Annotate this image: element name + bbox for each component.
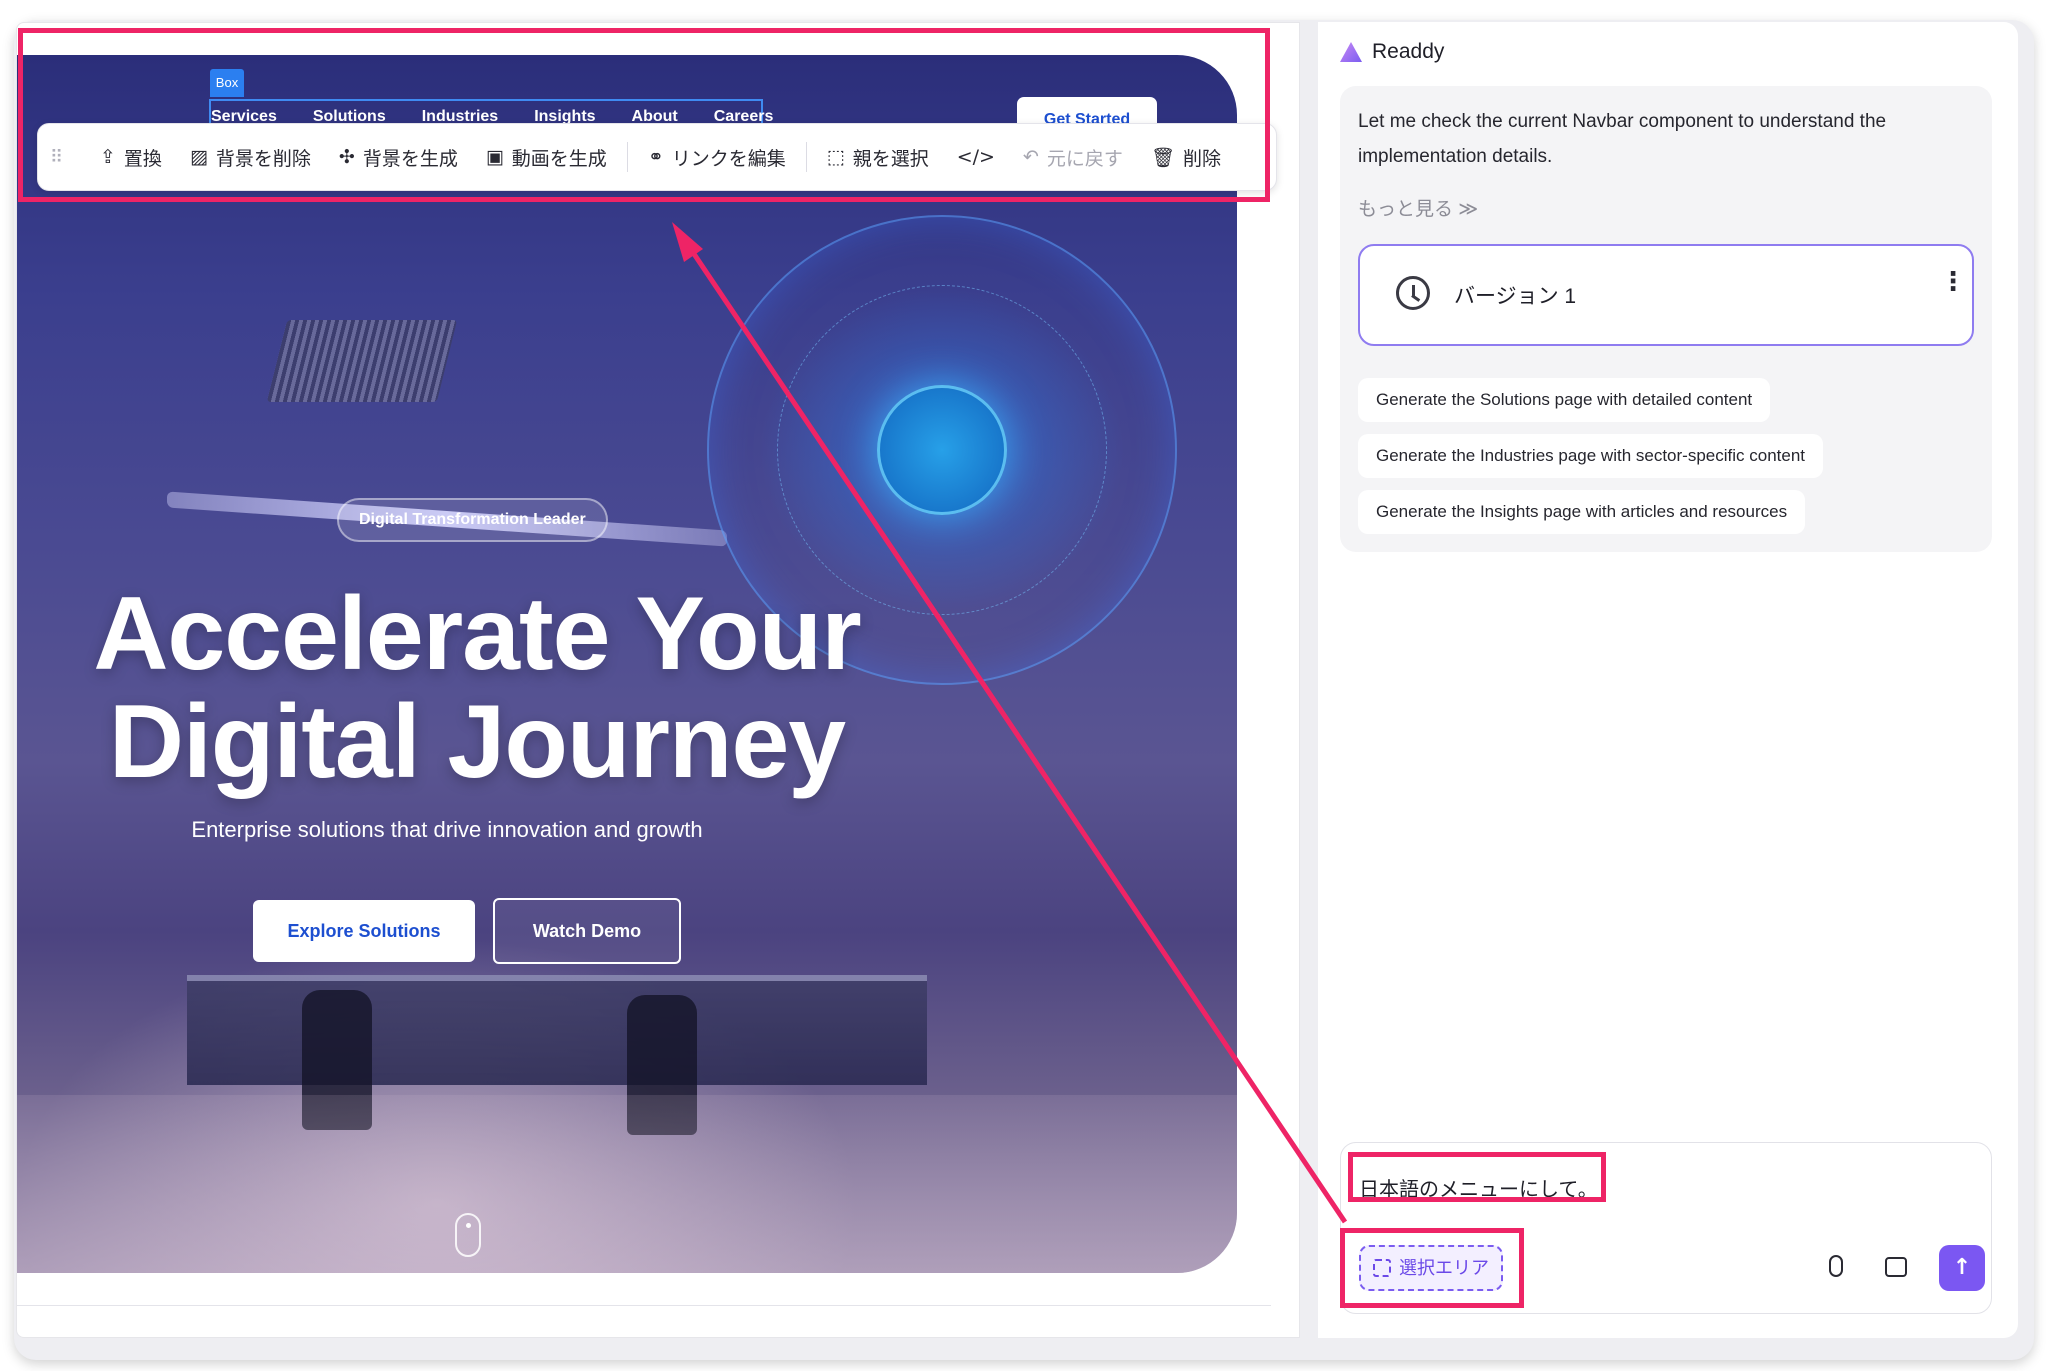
hero-subheadline: Enterprise solutions that drive innovati…	[191, 817, 703, 842]
version-label: バージョン 1	[1454, 285, 1577, 308]
assistant-message: Let me check the current Navbar componen…	[1340, 86, 1992, 552]
network-core-graphic	[877, 385, 1007, 515]
readdy-logo-icon	[1340, 42, 1362, 62]
more-options-icon[interactable]: ⋮	[1940, 268, 1966, 294]
hero-section[interactable]: Box Services Solutions Industries Insigh…	[17, 55, 1237, 1273]
hero-headline-line2: Digital Journey	[108, 684, 846, 800]
office-desk-image	[187, 975, 927, 1085]
send-button[interactable]: ↑	[1939, 1245, 1985, 1291]
preview-canvas: Box Services Solutions Industries Insigh…	[16, 22, 1300, 1338]
canvas-bottom-divider	[17, 1305, 1271, 1306]
floor-reflection	[17, 1095, 1237, 1273]
hero-headline: Accelerate Your Digital Journey	[47, 580, 907, 796]
annotation-box-input	[1348, 1152, 1606, 1202]
assistant-message-text: Let me check the current Navbar componen…	[1358, 111, 1887, 167]
chat-panel: Readdy Let me check the current Navbar c…	[1318, 22, 2018, 1338]
scroll-mouse-icon	[455, 1213, 481, 1257]
show-more-link[interactable]: もっと見る ≫	[1358, 194, 1478, 221]
history-icon	[1396, 276, 1430, 310]
hero-headline-line1: Accelerate Your	[93, 576, 861, 692]
image-upload-icon[interactable]	[1885, 1257, 1907, 1277]
annotation-box-selection-chip	[1340, 1228, 1524, 1308]
watch-demo-button[interactable]: Watch Demo	[493, 898, 681, 964]
brand-name: Readdy	[1372, 40, 1445, 63]
microphone-icon[interactable]	[1829, 1255, 1843, 1277]
suggestion-chip-industries[interactable]: Generate the Industries page with sector…	[1358, 434, 1824, 478]
explore-solutions-button[interactable]: Explore Solutions	[253, 900, 475, 962]
chat-header: Readdy	[1340, 40, 1444, 64]
ceiling-vent-image	[266, 320, 458, 402]
annotation-box-navbar	[18, 28, 1270, 202]
hero-tag: Digital Transformation Leader	[337, 498, 608, 542]
version-card[interactable]: バージョン 1 ⋮	[1358, 244, 1974, 346]
suggestion-chip-insights[interactable]: Generate the Insights page with articles…	[1358, 490, 1806, 534]
suggestion-chip-solutions[interactable]: Generate the Solutions page with detaile…	[1358, 378, 1771, 422]
